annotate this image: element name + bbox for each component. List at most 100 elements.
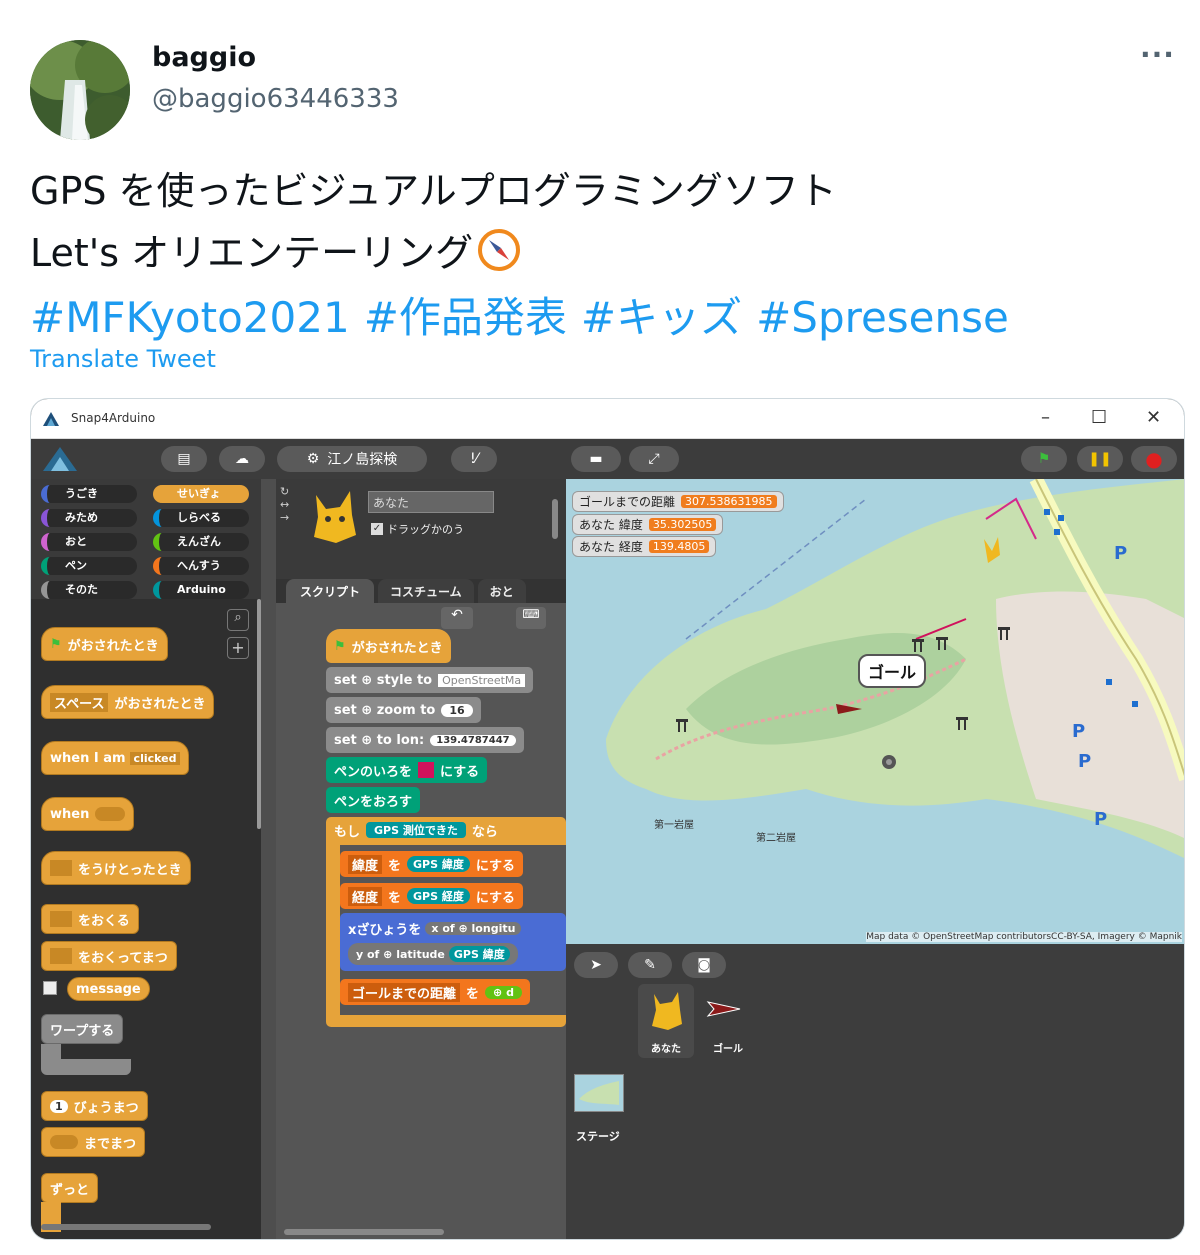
condition-slot[interactable] — [95, 807, 126, 821]
pen-down-block[interactable]: ペンをおろす — [326, 787, 421, 813]
goto-xy-block[interactable]: xざひょうを x of ⊕ longitu y of ⊕ latitude GPS … — [340, 913, 566, 971]
category-motion[interactable]: うごき — [41, 485, 137, 503]
message-reporter[interactable]: message — [67, 977, 150, 1001]
file-menu-icon[interactable]: ▤ — [161, 446, 207, 472]
hashtag[interactable]: #MFKyoto2021 — [30, 293, 350, 342]
message-checkbox[interactable] — [43, 981, 57, 995]
when-i-am-clicked-block[interactable]: when I am clicked — [41, 741, 190, 775]
palette-scrollbar[interactable] — [257, 599, 261, 829]
hashtag[interactable]: #作品発表 — [364, 293, 567, 342]
seconds-input[interactable]: 1 — [50, 1099, 68, 1113]
avatar[interactable] — [30, 40, 130, 140]
zoom-input[interactable]: 16 — [441, 703, 473, 717]
watcher-latitude[interactable]: あなた 緯度 35.302505 — [572, 514, 724, 535]
tab-costumes[interactable]: コスチューム — [378, 579, 474, 603]
if-block[interactable]: もし GPS 測位できた なら 緯度を GPS 緯度 にする 経度を GPS 経度 にする … — [326, 817, 566, 1027]
translate-link[interactable]: Translate Tweet — [30, 345, 216, 373]
stop-icon[interactable]: ● — [1131, 446, 1177, 472]
set-pen-color-block[interactable]: ペンのいろを にする — [326, 757, 488, 783]
maximize-icon[interactable]: ☐ — [1091, 407, 1107, 428]
set-lon-var-block[interactable]: 経度を GPS 経度 にする — [340, 883, 524, 909]
key-dropdown[interactable]: スペース — [50, 692, 109, 712]
set-goal-distance-block[interactable]: ゴールまでの距離を ⊕ d — [340, 979, 530, 1005]
gps-condition[interactable]: GPS 測位できた — [366, 822, 466, 838]
message-dropdown[interactable] — [50, 860, 72, 876]
undo-icon[interactable]: ↶ — [441, 607, 473, 629]
set-lat-block[interactable]: 緯度を GPS 緯度 にする — [340, 851, 524, 877]
category-pen[interactable]: ペン — [41, 557, 137, 575]
interaction-dropdown[interactable]: clicked — [129, 751, 181, 765]
script-hat-block[interactable]: ⚑ がおされたとき — [326, 629, 451, 663]
hashtag[interactable]: #Spresense — [756, 293, 1009, 342]
set-zoom-block[interactable]: set ⊕ zoom to 16 — [326, 697, 481, 723]
minimize-icon[interactable]: – — [1041, 407, 1050, 428]
fullscreen-icon[interactable]: ⤢ — [629, 446, 679, 472]
sprite-tile-goal[interactable]: ゴール — [700, 984, 756, 1058]
paint-brush-icon[interactable]: ✎ — [628, 952, 672, 978]
y-of-reporter[interactable]: y of ⊕ latitude GPS 緯度 — [348, 943, 518, 965]
turtle-sprite-icon[interactable]: ➤ — [574, 952, 618, 978]
watcher-goal-distance[interactable]: ゴールまでの距離 307.538631985 — [572, 491, 784, 512]
tab-scripts[interactable]: スクリプト — [286, 579, 375, 603]
gps-lat-reporter[interactable]: GPS 緯度 — [448, 946, 510, 962]
forever-block[interactable]: ずっと — [41, 1173, 99, 1203]
green-flag-icon[interactable]: ⚑ — [1021, 446, 1067, 472]
stage[interactable]: P P P P 第一岩屋 第二岩屋 ゴール ゴールまでの距離 307.538631… — [566, 479, 1184, 944]
draggable-checkbox[interactable]: ✓ — [371, 523, 383, 535]
when-condition-block[interactable]: when — [41, 797, 135, 831]
wait-seconds-block[interactable]: 1 びょうまつ — [41, 1091, 148, 1121]
broadcast-block[interactable]: をおくる — [41, 904, 139, 934]
script-canvas[interactable]: ↶ ⌨ ⚑ がおされたとき set ⊕ style to OpenStreetMa … — [276, 603, 566, 1239]
condition-slot[interactable] — [50, 1135, 78, 1149]
category-operators[interactable]: えんざん — [153, 533, 249, 551]
stage-size-icon[interactable]: ▬ — [571, 446, 621, 472]
keyboard-icon[interactable]: ⌨ — [516, 607, 546, 629]
when-flag-clicked-block[interactable]: ⚑ がおされたとき — [41, 627, 168, 661]
tweet-media[interactable]: Snap4Arduino – ☐ ✕ ▤ ☁ ⚙ 江ノ島探検 !⁄ ▬ ⤢ ⚑ … — [30, 398, 1185, 1240]
when-key-pressed-block[interactable]: スペース がおされたとき — [41, 685, 215, 719]
x-of-reporter[interactable]: x of ⊕ longitu — [425, 921, 522, 935]
stage-thumbnail[interactable] — [574, 1074, 624, 1112]
sprite-tile-player[interactable]: あなた — [638, 984, 694, 1058]
category-arduino[interactable]: Arduino — [153, 581, 249, 599]
snap-logo-icon[interactable] — [41, 445, 79, 473]
pause-icon[interactable]: ❚❚ — [1077, 446, 1123, 472]
category-control[interactable]: せいぎょ — [153, 485, 249, 503]
distance-reporter[interactable]: ⊕ d — [485, 985, 522, 999]
rotation-style-icons[interactable]: ↻ ↔ → — [280, 485, 289, 524]
gps-lon-reporter[interactable]: GPS 経度 — [407, 888, 470, 904]
category-sound[interactable]: おと — [41, 533, 137, 551]
category-looks[interactable]: みため — [41, 509, 137, 527]
display-name[interactable]: baggio — [152, 42, 256, 73]
add-icon[interactable]: + — [227, 637, 249, 659]
message-dropdown[interactable] — [50, 948, 72, 964]
settings-project-button[interactable]: ⚙ 江ノ島探検 — [277, 446, 427, 472]
gps-lat-reporter[interactable]: GPS 緯度 — [407, 856, 470, 872]
scripts-hscrollbar[interactable] — [284, 1229, 444, 1235]
palette-hscrollbar[interactable] — [41, 1224, 211, 1230]
when-receive-block[interactable]: をうけとったとき — [41, 851, 191, 885]
sprite-name-field[interactable]: あなた — [368, 491, 494, 513]
warp-block[interactable]: ワープする — [41, 1014, 124, 1044]
user-handle[interactable]: @baggio63446333 — [152, 84, 399, 114]
wait-until-block[interactable]: までまつ — [41, 1127, 146, 1157]
color-swatch[interactable] — [418, 762, 435, 778]
category-variables[interactable]: へんすう — [153, 557, 249, 575]
watcher-longitude[interactable]: あなた 経度 139.4805 — [572, 536, 717, 557]
style-input[interactable]: OpenStreetMa — [438, 673, 526, 687]
broadcast-and-wait-block[interactable]: をおくってまつ — [41, 941, 177, 971]
arduino-menu-icon[interactable]: !⁄ — [451, 446, 497, 472]
var-dropdown[interactable]: 経度 — [348, 886, 383, 906]
category-sensing[interactable]: しらべる — [153, 509, 249, 527]
var-dropdown[interactable]: 緯度 — [348, 854, 383, 874]
cloud-menu-icon[interactable]: ☁ — [219, 446, 265, 472]
more-options-icon[interactable]: ··· — [1140, 38, 1175, 71]
hashtag[interactable]: #キッズ — [581, 293, 742, 342]
draggable-option[interactable]: ✓ ドラッグかのう — [371, 521, 464, 537]
set-lon-block[interactable]: set ⊕ to lon: 139.4787447 — [326, 727, 524, 753]
category-other[interactable]: そのた — [41, 581, 137, 599]
camera-icon[interactable]: ◙ — [682, 952, 726, 978]
set-map-style-block[interactable]: set ⊕ style to OpenStreetMa — [326, 667, 534, 693]
message-dropdown[interactable] — [50, 911, 72, 927]
tab-sounds[interactable]: おと — [477, 579, 526, 603]
